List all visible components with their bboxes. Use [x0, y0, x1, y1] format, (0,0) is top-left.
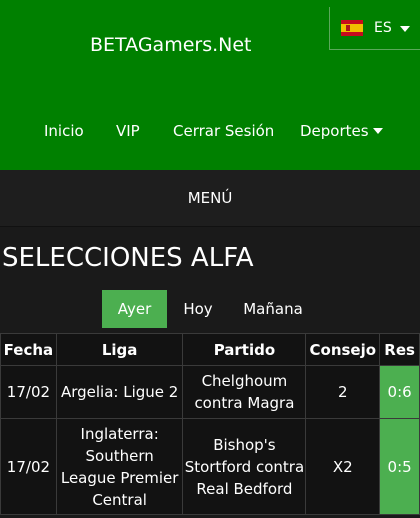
cell-fecha: 17/02 — [0, 418, 57, 515]
tab-ayer[interactable]: Ayer — [102, 290, 167, 328]
cell-fecha: 17/02 — [0, 365, 57, 419]
site-brand[interactable]: BETAGamers.Net — [90, 34, 252, 56]
col-res: Res — [379, 333, 420, 366]
nav-inicio[interactable]: Inicio — [44, 122, 84, 140]
spain-flag-icon — [341, 20, 363, 36]
language-selector[interactable]: ES — [329, 7, 420, 50]
tab-hoy[interactable]: Hoy — [173, 290, 223, 328]
caret-down-icon — [373, 128, 383, 134]
cell-liga: Inglaterra: Southern League Premier Cent… — [55, 418, 184, 515]
cell-consejo: X2 — [305, 418, 381, 515]
page-title: SELECCIONES ALFA — [2, 243, 254, 273]
nav-deportes-label: Deportes — [300, 122, 369, 140]
table-row: 17/02 Argelia: Ligue 2 Chelghoum contra … — [0, 365, 420, 419]
table-row: 17/02 Inglaterra: Southern League Premie… — [0, 418, 420, 515]
cell-liga: Argelia: Ligue 2 — [55, 365, 184, 419]
col-liga: Liga — [55, 333, 184, 366]
cell-res: 0:6 — [379, 365, 420, 419]
chevron-down-icon — [400, 26, 410, 32]
nav-vip[interactable]: VIP — [116, 122, 140, 140]
menu-bar[interactable]: MENÚ — [0, 170, 420, 227]
nav-deportes[interactable]: Deportes — [300, 122, 383, 140]
site-header: BETAGamers.Net ES Inicio VIP Cerrar Sesi… — [0, 0, 420, 170]
day-tabs: Ayer Hoy Mañana — [0, 290, 420, 328]
menu-label: MENÚ — [187, 189, 233, 207]
cell-partido: Bishop's Stortford contra Real Bedford — [182, 418, 307, 515]
cell-consejo: 2 — [305, 365, 381, 419]
col-consejo: Consejo — [305, 333, 381, 366]
tab-manana[interactable]: Mañana — [233, 290, 313, 328]
col-partido: Partido — [182, 333, 307, 366]
nav-cerrar-sesion[interactable]: Cerrar Sesión — [173, 122, 274, 140]
cell-res: 0:5 — [379, 418, 420, 515]
main-nav: Inicio VIP Cerrar Sesión Deportes — [0, 122, 420, 142]
picks-table: Fecha Liga Partido Consejo Res 17/02 Arg… — [0, 333, 420, 515]
table-header-row: Fecha Liga Partido Consejo Res — [0, 333, 420, 366]
col-fecha: Fecha — [0, 333, 57, 366]
cell-partido: Chelghoum contra Magra — [182, 365, 307, 419]
language-code: ES — [374, 20, 392, 36]
